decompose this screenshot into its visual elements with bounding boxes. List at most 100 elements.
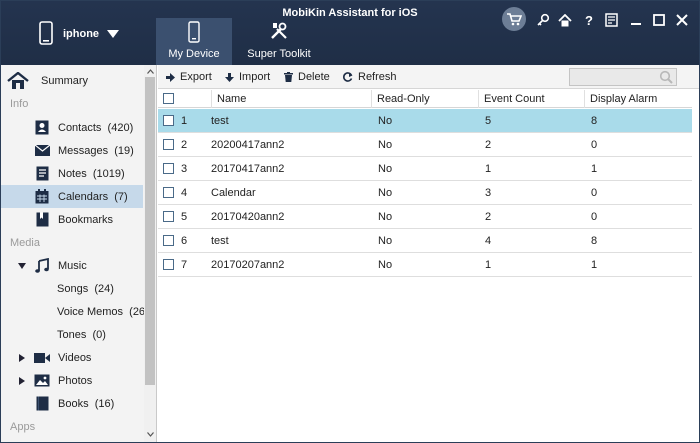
photo-icon (34, 373, 50, 389)
close-icon[interactable] (672, 10, 692, 30)
sidebar-scrollbar[interactable] (144, 65, 156, 442)
home-icon[interactable] (555, 10, 575, 30)
chevron-down-icon[interactable] (107, 30, 120, 38)
scroll-down-icon[interactable] (144, 429, 156, 439)
row-checkbox[interactable] (163, 187, 174, 198)
table-row[interactable]: 3 20170417ann2 No 1 1 (158, 157, 692, 181)
row-checkbox[interactable] (163, 235, 174, 246)
export-label: Export (180, 71, 212, 83)
sidebar-item-label: Messages (58, 144, 109, 157)
envelope-icon (34, 143, 50, 159)
table-row[interactable]: 6 test No 4 8 (158, 229, 692, 253)
table-row[interactable]: 4 Calendar No 3 0 (158, 181, 692, 205)
tools-icon (241, 21, 317, 41)
table-row[interactable]: 7 20170207ann2 No 1 1 (158, 253, 692, 277)
tab-label: Super Toolkit (247, 48, 311, 60)
sidebar-item-count: (24) (94, 282, 114, 295)
row-checkbox[interactable] (163, 115, 174, 126)
column-header-name[interactable]: Name (211, 90, 371, 108)
calendar-icon (34, 189, 50, 205)
cell-read-only: No (378, 211, 393, 223)
cell-name: 20200417ann2 (211, 139, 285, 151)
row-checkbox[interactable] (163, 139, 174, 150)
refresh-label: Refresh (358, 71, 397, 83)
sidebar-item-calendars[interactable]: Calendars (7) (1, 185, 143, 208)
cell-display-alarm: 0 (591, 211, 598, 223)
row-checkbox[interactable] (163, 259, 174, 270)
import-button[interactable]: Import (225, 70, 270, 84)
scroll-thumb[interactable] (145, 77, 155, 385)
column-header-display-alarm[interactable]: Display Alarm (584, 90, 692, 108)
sidebar-item-label: Music (58, 259, 87, 272)
cell-display-alarm: 1 (591, 163, 598, 175)
help-icon[interactable]: ? (579, 10, 599, 30)
cell-event-count: 4 (485, 235, 492, 247)
delete-button[interactable]: Delete (284, 70, 330, 84)
search-input[interactable] (569, 68, 677, 86)
table-row[interactable]: 2 20200417ann2 No 2 0 (158, 133, 692, 157)
cell-event-count: 1 (485, 259, 492, 271)
table-row[interactable]: 1 test No 5 8 (158, 109, 692, 133)
scroll-up-icon[interactable] (144, 66, 156, 76)
sidebar-item-photos[interactable]: Photos (1, 369, 143, 392)
expand-right-icon[interactable] (19, 376, 25, 385)
table-row[interactable]: 5 20170420ann2 No 2 0 (158, 205, 692, 229)
refresh-button[interactable]: Refresh (343, 70, 397, 84)
sidebar-item-label: Voice Memos (57, 305, 124, 318)
sidebar-item-contacts[interactable]: Contacts (420) (1, 116, 143, 139)
sidebar-item-tones[interactable]: Tones (0) (1, 323, 143, 346)
sidebar-item-songs[interactable]: Songs (24) (1, 277, 143, 300)
column-header-event-count[interactable]: Event Count (478, 90, 584, 108)
cell-read-only: No (378, 139, 393, 151)
cell-event-count: 3 (485, 187, 492, 199)
feedback-icon[interactable] (601, 10, 621, 30)
search-icon[interactable] (659, 70, 673, 87)
sidebar-item-count: (7) (114, 190, 128, 203)
tab-my-device[interactable]: My Device (156, 18, 232, 65)
sidebar-item-videos[interactable]: Videos (1, 346, 143, 369)
sidebar-item-messages[interactable]: Messages (19) (1, 139, 143, 162)
delete-label: Delete (298, 71, 330, 83)
row-checkbox[interactable] (163, 163, 174, 174)
row-checkbox[interactable] (163, 211, 174, 222)
select-all-checkbox[interactable] (163, 93, 174, 104)
section-info: Info (10, 98, 29, 110)
cell-name: test (211, 115, 229, 127)
table-header: Name Read-Only Event Count Display Alarm (158, 90, 692, 108)
key-icon[interactable] (533, 10, 553, 30)
sidebar-item-count: (16) (94, 397, 115, 410)
row-number: 2 (181, 139, 188, 151)
export-icon (166, 72, 175, 82)
table-scrollbar[interactable] (692, 90, 699, 442)
cell-display-alarm: 0 (591, 187, 598, 199)
sidebar-item-label: Calendars (58, 190, 109, 203)
minimize-icon[interactable] (626, 10, 646, 30)
expand-right-icon[interactable] (19, 353, 25, 362)
cell-read-only: No (378, 235, 393, 247)
trash-icon (284, 72, 293, 82)
sidebar-item-books[interactable]: Books (16) (1, 392, 143, 415)
maximize-icon[interactable] (649, 10, 669, 30)
video-icon (34, 350, 50, 366)
cart-icon[interactable] (502, 7, 526, 31)
sidebar-item-music[interactable]: Music (1, 254, 143, 277)
cell-name: test (211, 235, 229, 247)
cell-read-only: No (378, 115, 393, 127)
sidebar-item-label: Notes (58, 167, 87, 180)
cell-event-count: 5 (485, 115, 492, 127)
sidebar-item-notes[interactable]: Notes (1019) (1, 162, 143, 185)
sidebar-item-summary[interactable]: Summary (1, 69, 143, 92)
export-button[interactable]: Export (166, 70, 212, 84)
sidebar-item-voice-memos[interactable]: Voice Memos (267 (1, 300, 151, 323)
column-header-read-only[interactable]: Read-Only (371, 90, 478, 108)
device-selector[interactable]: iphone (39, 20, 120, 47)
phone-icon (156, 21, 232, 43)
expand-down-icon[interactable] (18, 262, 26, 269)
section-media: Media (10, 237, 40, 249)
calendar-table: Name Read-Only Event Count Display Alarm… (158, 90, 692, 442)
tab-super-toolkit[interactable]: Super Toolkit (241, 18, 317, 65)
row-number: 6 (181, 235, 188, 247)
sidebar-item-bookmarks[interactable]: Bookmarks (1, 208, 143, 231)
cell-event-count: 2 (485, 139, 492, 151)
cell-event-count: 1 (485, 163, 492, 175)
